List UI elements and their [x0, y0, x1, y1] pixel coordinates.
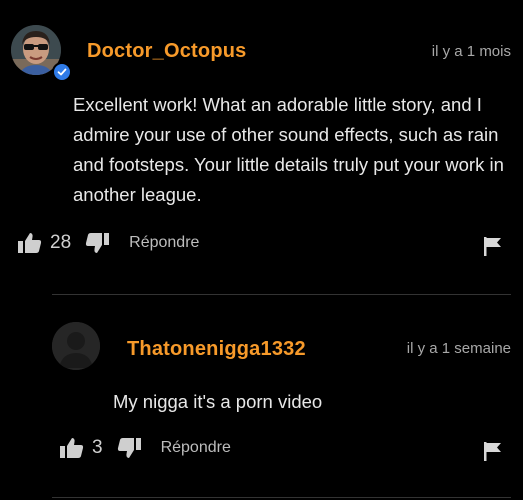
comment-actions: 28 Répondre	[18, 232, 199, 254]
flag-icon[interactable]	[483, 441, 503, 466]
thumbs-down-icon[interactable]	[117, 437, 141, 459]
avatar[interactable]	[52, 322, 100, 370]
like-count: 28	[50, 232, 72, 253]
thumbs-up-icon[interactable]	[60, 437, 84, 459]
divider	[52, 497, 511, 498]
reply-button[interactable]: Répondre	[129, 234, 199, 252]
divider	[52, 294, 511, 295]
thumbs-down-icon[interactable]	[85, 232, 110, 254]
verified-check-icon	[52, 62, 72, 82]
timestamp: il y a 1 semaine	[406, 340, 511, 357]
like-count: 3	[92, 437, 103, 458]
username[interactable]: Thatonenigga1332	[127, 338, 306, 361]
comment-actions: 3 Répondre	[60, 437, 231, 459]
timestamp: il y a 1 mois	[431, 43, 511, 60]
comment-text: Excellent work! What an adorable little …	[73, 94, 504, 205]
username[interactable]: Doctor_Octopus	[87, 40, 246, 63]
thumbs-up-icon[interactable]	[18, 232, 42, 254]
flag-icon[interactable]	[483, 236, 503, 261]
reply-button[interactable]: Répondre	[161, 439, 231, 457]
comment-text: My nigga it's a porn video	[113, 391, 323, 412]
